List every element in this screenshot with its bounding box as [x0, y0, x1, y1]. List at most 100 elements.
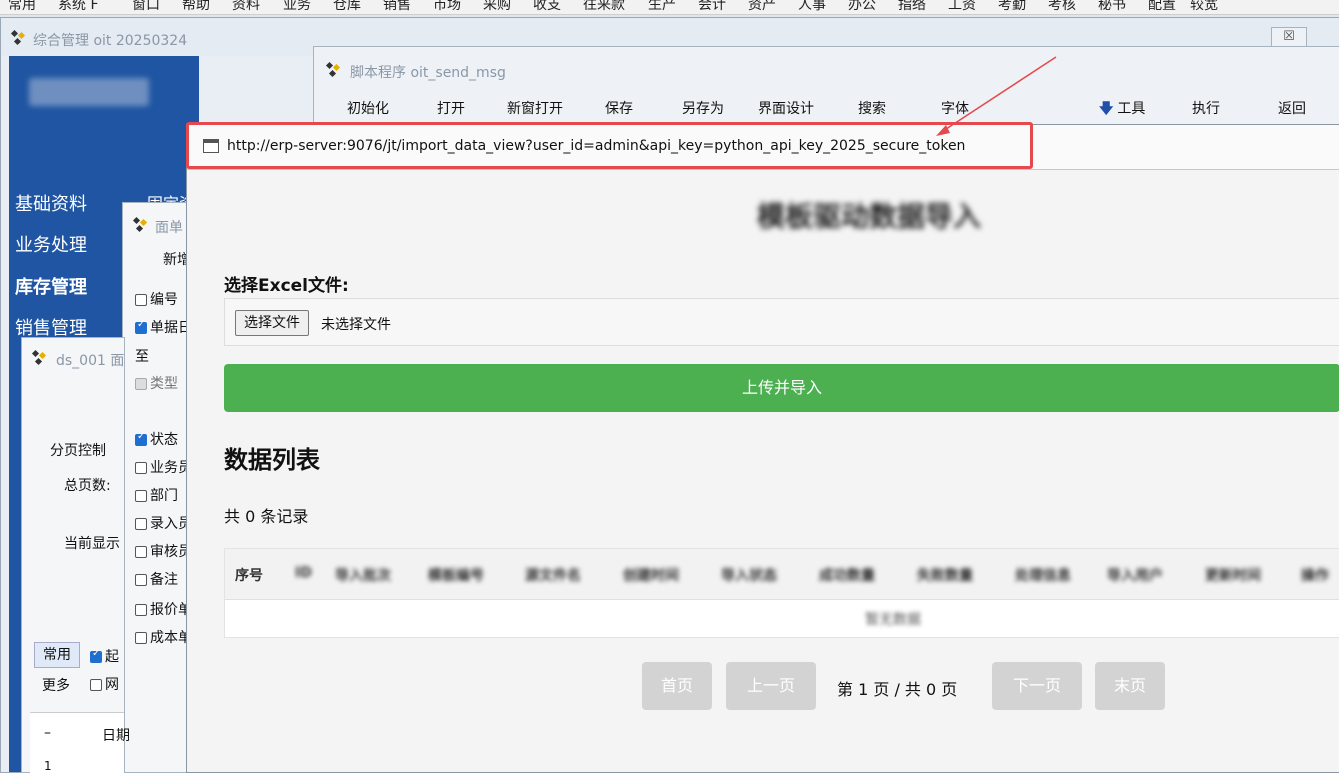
- menu-item[interactable]: 收支: [533, 0, 561, 14]
- toolbar-button[interactable]: 执行: [1192, 98, 1220, 118]
- side-item-business[interactable]: 业务处理: [15, 231, 87, 257]
- doc-window: 面单 新增 至 编号单据日类型状态业务员部门录入员审核员备注报价单成本单: [122, 202, 196, 773]
- window-app-icon: [10, 29, 27, 46]
- toolbar-button[interactable]: 初始化: [347, 98, 389, 118]
- side-item-basic-data[interactable]: 基础资料: [15, 190, 87, 216]
- toolbar-button[interactable]: 新窗打开: [507, 98, 563, 118]
- toolbar-button[interactable]: 搜索: [858, 98, 886, 118]
- choose-file-button[interactable]: 选择文件: [235, 310, 309, 336]
- toolbar-button-label: 执行: [1192, 101, 1220, 117]
- menu-item[interactable]: 资产: [748, 0, 776, 14]
- filter-checkbox[interactable]: 成本单: [135, 627, 192, 647]
- menu-item[interactable]: 生产: [648, 0, 676, 14]
- net-checkbox[interactable]: 网: [90, 674, 119, 694]
- toolbar-button-label: 初始化: [347, 101, 389, 117]
- checkbox-box[interactable]: [135, 546, 147, 558]
- file-input-box: 选择文件 未选择文件: [224, 298, 1339, 346]
- filter-checkbox[interactable]: 部门: [135, 485, 178, 505]
- doc-window-title: 面单: [155, 220, 183, 236]
- menu-item[interactable]: 销售: [383, 0, 411, 14]
- filter-checkbox[interactable]: 编号: [135, 289, 178, 309]
- table-header-cell: 序号: [235, 568, 263, 584]
- prev-page-button[interactable]: 上一页: [726, 662, 816, 710]
- window-app-icon: [132, 216, 149, 233]
- menu-item[interactable]: 采购: [483, 0, 511, 14]
- data-grid: – 日期 1: [30, 712, 130, 773]
- next-page-button[interactable]: 下一页: [992, 662, 1082, 710]
- menu-item[interactable]: 考核: [1048, 0, 1076, 14]
- filter-checkbox[interactable]: 审核员: [135, 541, 192, 561]
- menu-item[interactable]: 业务: [283, 0, 311, 14]
- page-title: 模板驱动数据导入: [757, 200, 982, 233]
- table-header-cell: 处理信息: [1015, 568, 1071, 584]
- main-window-title: 综合管理 oit 20250324: [33, 33, 188, 49]
- filter-checkbox[interactable]: 备注: [135, 569, 178, 589]
- menu-item[interactable]: 较宽: [1190, 0, 1218, 14]
- ds-window-title: ds_001 面: [56, 353, 125, 369]
- checkbox-box[interactable]: [135, 632, 147, 644]
- menu-item[interactable]: 会计: [698, 0, 726, 14]
- menu-item[interactable]: 常用: [8, 0, 36, 14]
- toolbar-button-label: 工具: [1117, 101, 1146, 117]
- filter-checkbox[interactable]: 报价单: [135, 599, 192, 619]
- menu-item[interactable]: 指络: [898, 0, 926, 14]
- checkbox-label: 类型: [150, 376, 178, 392]
- toolbar-button-label: 新窗打开: [507, 101, 563, 117]
- toolbar-button-label: 保存: [605, 101, 633, 117]
- file-select-label: 选择Excel文件:: [224, 276, 349, 296]
- checkbox-box[interactable]: [135, 490, 147, 502]
- menu-item[interactable]: 资料: [232, 0, 260, 14]
- checkbox-box[interactable]: [135, 574, 147, 586]
- tab-more[interactable]: 更多: [42, 675, 70, 695]
- toolbar-button[interactable]: 保存: [605, 98, 633, 118]
- filter-checkbox[interactable]: 类型: [135, 373, 178, 393]
- grid-header-date: 日期: [102, 728, 130, 744]
- file-status: 未选择文件: [321, 317, 391, 333]
- down-arrow-icon: 🡇: [1099, 101, 1114, 117]
- menu-item[interactable]: 仓库: [333, 0, 361, 14]
- upload-import-button[interactable]: 上传并导入: [224, 364, 1339, 412]
- checkbox-label: 备注: [150, 572, 178, 588]
- filter-checkbox[interactable]: 状态: [135, 429, 178, 449]
- menu-item[interactable]: 秘书: [1098, 0, 1126, 14]
- menu-item[interactable]: 办公: [848, 0, 876, 14]
- toolbar-button[interactable]: 打开: [437, 98, 465, 118]
- menu-item[interactable]: 窗口: [132, 0, 160, 14]
- toolbar-button[interactable]: 🡇 工具: [1099, 98, 1145, 122]
- data-list-title: 数据列表: [224, 446, 320, 474]
- filter-checkbox[interactable]: 业务员: [135, 457, 192, 477]
- checkbox-box[interactable]: [135, 378, 147, 390]
- menu-item[interactable]: 系统 F: [58, 0, 99, 14]
- first-page-button[interactable]: 首页: [642, 662, 712, 710]
- checkbox-box[interactable]: [135, 604, 147, 616]
- table-header-cell: 导入批次: [335, 568, 391, 584]
- menu-item[interactable]: 配置: [1148, 0, 1176, 14]
- last-page-button[interactable]: 末页: [1095, 662, 1165, 710]
- tab-common[interactable]: 常用: [34, 642, 80, 668]
- table-header-cell: 更新时间: [1205, 568, 1261, 584]
- menu-item[interactable]: 帮助: [182, 0, 210, 14]
- toolbar-button[interactable]: 返回: [1278, 98, 1306, 118]
- checkbox-label: 编号: [150, 292, 178, 308]
- close-button[interactable]: ☒: [1271, 27, 1307, 47]
- menu-item[interactable]: 工资: [948, 0, 976, 14]
- side-item-inventory[interactable]: 库存管理: [15, 273, 87, 299]
- menu-item[interactable]: 市场: [433, 0, 461, 14]
- start-checkbox[interactable]: 起: [90, 646, 119, 666]
- total-pages-label: 总页数:: [64, 478, 111, 494]
- checkbox-box[interactable]: [135, 431, 147, 446]
- checkbox-box[interactable]: [135, 518, 147, 530]
- menu-item[interactable]: 考勤: [998, 0, 1026, 14]
- filter-checkbox[interactable]: 录入员: [135, 513, 192, 533]
- record-count: 共 0 条记录: [224, 507, 309, 526]
- checkbox-box[interactable]: [135, 462, 147, 474]
- menu-item[interactable]: 人事: [798, 0, 826, 14]
- toolbar-button[interactable]: 界面设计: [758, 98, 814, 118]
- checkbox-box[interactable]: [135, 294, 147, 306]
- toolbar-button[interactable]: 另存为: [682, 98, 724, 118]
- menu-item[interactable]: 往来款: [583, 0, 625, 14]
- filter-checkbox[interactable]: 单据日: [135, 317, 192, 337]
- top-menu-bar: 常用 系统 F 窗口 帮助 资料 业务 仓库 销售 市场 采购 收支 往来款 生产 会计 资产 人事 办公 指络 工…: [0, 0, 1339, 15]
- checkbox-box[interactable]: [135, 319, 147, 334]
- ds-window: ds_001 面 分页控制 总页数: 当前显示 常用 更多 起 网 – 日期 1: [21, 337, 130, 773]
